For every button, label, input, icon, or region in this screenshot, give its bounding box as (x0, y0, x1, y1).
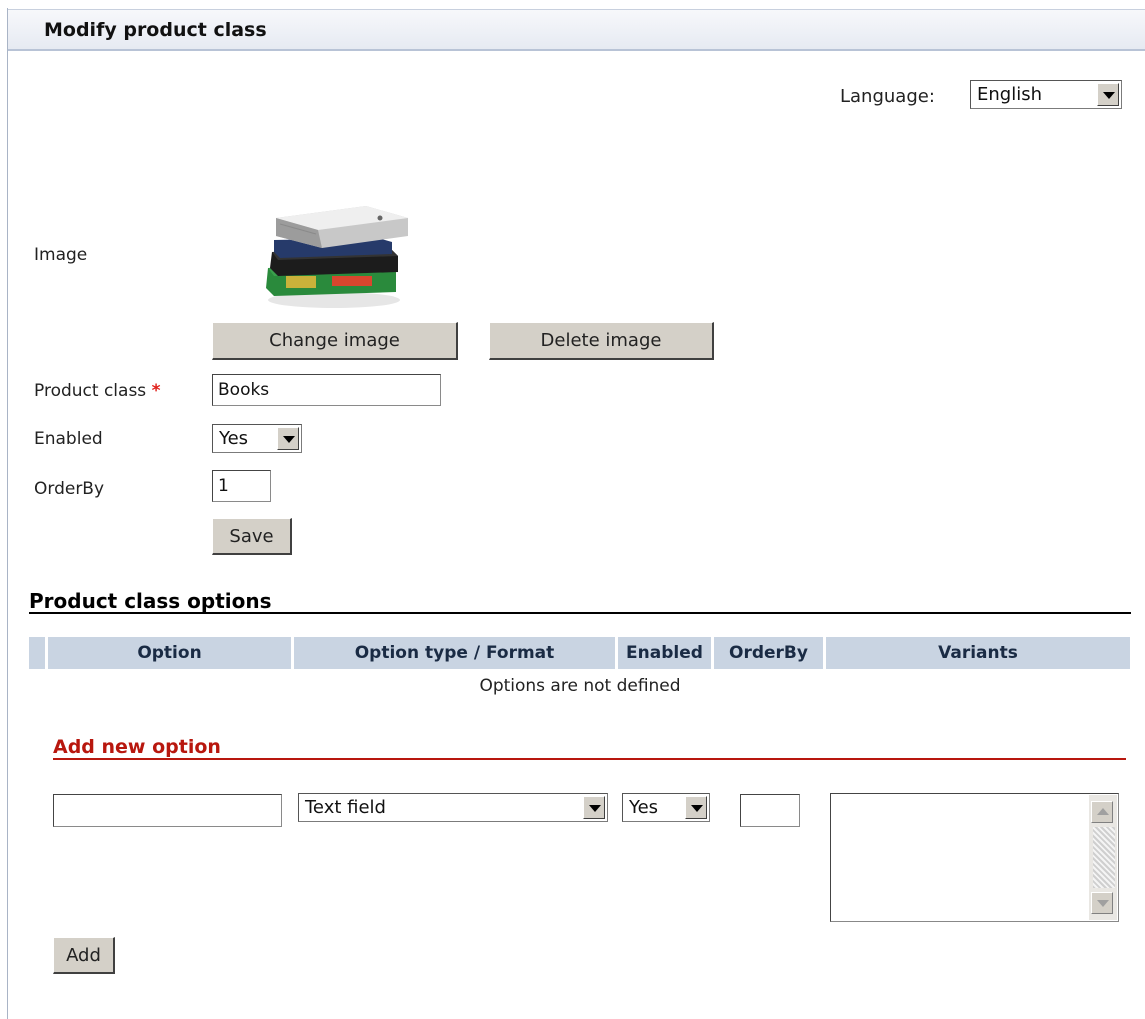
new-option-enabled-select[interactable]: Yes (622, 793, 710, 822)
new-option-type-select[interactable]: Text field (298, 793, 608, 822)
column-header-variants: Variants (826, 637, 1130, 669)
enabled-value: Yes (219, 428, 249, 449)
empty-options-message: Options are not defined (479, 676, 681, 696)
chevron-down-icon[interactable] (685, 796, 707, 819)
orderby-label: OrderBy (34, 479, 105, 499)
options-section-divider (29, 612, 1131, 614)
image-label: Image (34, 245, 88, 265)
save-button[interactable]: Save (212, 518, 292, 555)
product-class-image (262, 202, 412, 312)
enabled-select[interactable]: Yes (212, 424, 302, 453)
add-option-title: Add new option (53, 736, 221, 758)
panel-left-border (7, 8, 8, 1019)
column-header-option: Option (48, 637, 291, 669)
variants-scrollbar[interactable] (1089, 795, 1117, 920)
new-option-enabled-value: Yes (629, 797, 659, 818)
product-class-label-text: Product class (34, 381, 147, 401)
add-option-divider (53, 758, 1126, 760)
new-option-orderby-input[interactable] (740, 794, 800, 827)
chevron-down-icon[interactable] (277, 427, 299, 450)
product-class-input[interactable] (212, 374, 441, 406)
options-section-title: Product class options (29, 589, 272, 613)
new-option-variants-textarea[interactable] (830, 793, 1119, 922)
books-stack-icon (266, 206, 408, 308)
scroll-up-icon[interactable] (1091, 801, 1113, 823)
required-marker: * (151, 381, 161, 401)
new-option-type-value: Text field (305, 797, 386, 818)
column-header-enabled: Enabled (618, 637, 711, 669)
add-option-button[interactable]: Add (53, 937, 115, 974)
enabled-label: Enabled (34, 429, 103, 449)
scrollbar-track[interactable] (1093, 827, 1115, 888)
delete-image-button[interactable]: Delete image (489, 322, 714, 360)
language-label: Language: (840, 86, 935, 107)
language-select[interactable]: English (970, 80, 1122, 109)
page-title: Modify product class (44, 19, 267, 41)
orderby-input[interactable] (212, 470, 271, 502)
column-header-orderby: OrderBy (714, 637, 823, 669)
new-option-name-input[interactable] (53, 794, 282, 827)
table-header-spacer (29, 637, 45, 669)
column-header-option-type: Option type / Format (294, 637, 615, 669)
change-image-button[interactable]: Change image (212, 322, 458, 360)
chevron-down-icon[interactable] (583, 796, 605, 819)
language-value: English (977, 84, 1042, 105)
scroll-down-icon[interactable] (1091, 892, 1113, 914)
product-class-label: Product class * (34, 381, 160, 401)
chevron-down-icon[interactable] (1097, 83, 1119, 106)
